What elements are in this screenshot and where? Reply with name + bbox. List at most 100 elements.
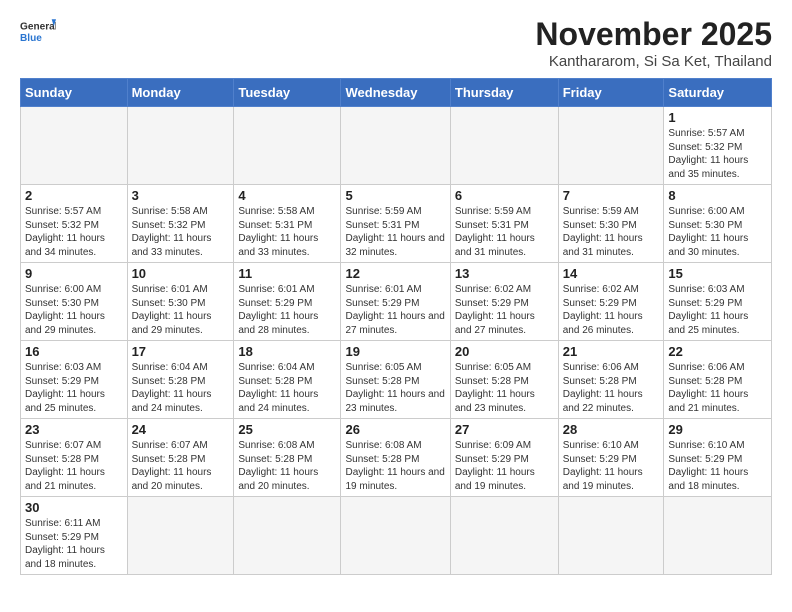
calendar-cell [234,107,341,185]
day-number: 12 [345,266,445,281]
day-info: Sunrise: 6:06 AMSunset: 5:28 PMDaylight:… [668,361,767,415]
calendar-cell: 6 Sunrise: 5:59 AMSunset: 5:31 PMDaylight… [450,185,558,263]
calendar-cell: 16Sunrise: 6:03 AMSunset: 5:29 PMDayligh… [21,341,128,419]
day-number: 2 [25,188,123,203]
location: Kanthararom, Si Sa Ket, Thailand [535,53,772,70]
day-info: Sunrise: 6:04 AMSunset: 5:28 PMDaylight:… [238,361,336,415]
day-info: Sunrise: 5:57 AMSunset: 5:32 PMDaylight:… [25,205,123,259]
calendar-cell: 12 Sunrise: 6:01 AMSunset: 5:29 PMDayligh… [341,263,450,341]
calendar-cell: 23 Sunrise: 6:07 AMSunset: 5:28 PMDayligh… [21,419,128,497]
calendar-cell: 18 Sunrise: 6:04 AMSunset: 5:28 PMDayligh… [234,341,341,419]
day-number: 24 [132,422,230,437]
calendar-cell [558,497,664,575]
day-number: 4 [238,188,336,203]
day-number: 7 [563,188,660,203]
calendar-cell: 9 Sunrise: 6:00 AMSunset: 5:30 PMDaylight… [21,263,128,341]
calendar-cell: 17Sunrise: 6:04 AMSunset: 5:28 PMDayligh… [127,341,234,419]
svg-text:Blue: Blue [20,33,42,44]
calendar-cell: 21 Sunrise: 6:06 AMSunset: 5:28 PMDayligh… [558,341,664,419]
day-info: Sunrise: 5:58 AMSunset: 5:31 PMDaylight:… [238,205,336,259]
calendar-cell: 4 Sunrise: 5:58 AMSunset: 5:31 PMDaylight… [234,185,341,263]
calendar-cell: 15Sunrise: 6:03 AMSunset: 5:29 PMDayligh… [664,263,772,341]
day-number: 19 [345,344,445,359]
day-info: Sunrise: 6:02 AMSunset: 5:29 PMDaylight:… [455,283,554,337]
day-info: Sunrise: 6:00 AMSunset: 5:30 PMDaylight:… [25,283,123,337]
header-sunday: Sunday [21,79,128,107]
day-info: Sunrise: 6:07 AMSunset: 5:28 PMDaylight:… [25,439,123,493]
day-number: 9 [25,266,123,281]
calendar-row: 30Sunrise: 6:11 AMSunset: 5:29 PMDayligh… [21,497,772,575]
day-info: Sunrise: 5:59 AMSunset: 5:31 PMDaylight:… [455,205,554,259]
day-info: Sunrise: 6:01 AMSunset: 5:30 PMDaylight:… [132,283,230,337]
logo: General Blue [20,16,56,44]
weekday-header-row: Sunday Monday Tuesday Wednesday Thursday… [21,79,772,107]
calendar-cell: 29 Sunrise: 6:10 AMSunset: 5:29 PMDayligh… [664,419,772,497]
day-number: 25 [238,422,336,437]
day-number: 1 [668,110,767,125]
calendar-cell: 7 Sunrise: 5:59 AMSunset: 5:30 PMDaylight… [558,185,664,263]
calendar-cell: 8 Sunrise: 6:00 AMSunset: 5:30 PMDaylight… [664,185,772,263]
calendar-cell: 20Sunrise: 6:05 AMSunset: 5:28 PMDayligh… [450,341,558,419]
day-number: 5 [345,188,445,203]
header-tuesday: Tuesday [234,79,341,107]
calendar-cell [450,497,558,575]
day-info: Sunrise: 6:06 AMSunset: 5:28 PMDaylight:… [563,361,660,415]
day-info: Sunrise: 6:00 AMSunset: 5:30 PMDaylight:… [668,205,767,259]
calendar-cell [341,497,450,575]
calendar-row: 23 Sunrise: 6:07 AMSunset: 5:28 PMDayligh… [21,419,772,497]
calendar-cell [450,107,558,185]
calendar-cell: 22 Sunrise: 6:06 AMSunset: 5:28 PMDayligh… [664,341,772,419]
calendar-cell [664,497,772,575]
day-info: Sunrise: 6:07 AMSunset: 5:28 PMDaylight:… [132,439,230,493]
header-friday: Friday [558,79,664,107]
day-number: 30 [25,500,123,515]
title-area: November 2025 Kanthararom, Si Sa Ket, Th… [535,16,772,70]
day-info: Sunrise: 5:57 AMSunset: 5:32 PMDaylight:… [668,127,767,181]
day-number: 28 [563,422,660,437]
month-title: November 2025 [535,16,772,53]
header-wednesday: Wednesday [341,79,450,107]
calendar-cell: 5 Sunrise: 5:59 AMSunset: 5:31 PMDaylight… [341,185,450,263]
calendar-cell [21,107,128,185]
day-number: 27 [455,422,554,437]
calendar-cell: 26 Sunrise: 6:08 AMSunset: 5:28 PMDayligh… [341,419,450,497]
day-info: Sunrise: 6:10 AMSunset: 5:29 PMDaylight:… [563,439,660,493]
day-number: 18 [238,344,336,359]
day-info: Sunrise: 6:08 AMSunset: 5:28 PMDaylight:… [345,439,445,493]
day-number: 23 [25,422,123,437]
day-info: Sunrise: 6:09 AMSunset: 5:29 PMDaylight:… [455,439,554,493]
day-number: 13 [455,266,554,281]
header: General Blue November 2025 Kanthararom, … [20,16,772,70]
day-number: 14 [563,266,660,281]
generalblue-logo-icon: General Blue [20,16,56,44]
day-info: Sunrise: 6:10 AMSunset: 5:29 PMDaylight:… [668,439,767,493]
day-number: 6 [455,188,554,203]
calendar-cell: 14Sunrise: 6:02 AMSunset: 5:29 PMDayligh… [558,263,664,341]
calendar-cell: 11Sunrise: 6:01 AMSunset: 5:29 PMDayligh… [234,263,341,341]
day-number: 10 [132,266,230,281]
calendar-cell [558,107,664,185]
calendar-row: 16Sunrise: 6:03 AMSunset: 5:29 PMDayligh… [21,341,772,419]
calendar-row: 9 Sunrise: 6:00 AMSunset: 5:30 PMDaylight… [21,263,772,341]
calendar-cell: 30Sunrise: 6:11 AMSunset: 5:29 PMDayligh… [21,497,128,575]
day-number: 26 [345,422,445,437]
day-number: 20 [455,344,554,359]
day-number: 15 [668,266,767,281]
day-info: Sunrise: 5:59 AMSunset: 5:31 PMDaylight:… [345,205,445,259]
day-number: 21 [563,344,660,359]
calendar-table: Sunday Monday Tuesday Wednesday Thursday… [20,78,772,575]
calendar-row: 1 Sunrise: 5:57 AMSunset: 5:32 PMDaylight… [21,107,772,185]
header-thursday: Thursday [450,79,558,107]
day-number: 29 [668,422,767,437]
calendar-cell [341,107,450,185]
day-info: Sunrise: 5:58 AMSunset: 5:32 PMDaylight:… [132,205,230,259]
day-number: 16 [25,344,123,359]
day-info: Sunrise: 6:08 AMSunset: 5:28 PMDaylight:… [238,439,336,493]
calendar-cell: 2 Sunrise: 5:57 AMSunset: 5:32 PMDaylight… [21,185,128,263]
day-number: 22 [668,344,767,359]
day-info: Sunrise: 6:01 AMSunset: 5:29 PMDaylight:… [345,283,445,337]
day-info: Sunrise: 5:59 AMSunset: 5:30 PMDaylight:… [563,205,660,259]
day-number: 17 [132,344,230,359]
day-number: 8 [668,188,767,203]
day-info: Sunrise: 6:05 AMSunset: 5:28 PMDaylight:… [345,361,445,415]
